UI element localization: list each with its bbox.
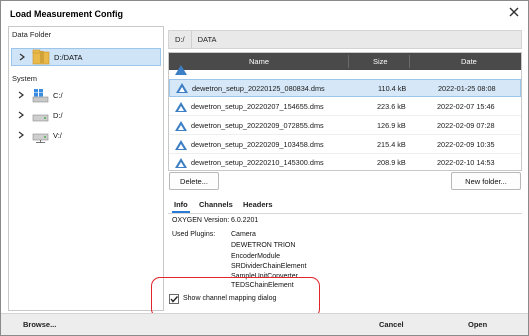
drive-icon	[32, 114, 49, 122]
title-bar: Load Measurement Config	[1, 1, 528, 25]
dms-file-icon	[175, 65, 187, 75]
folder-icon	[32, 49, 50, 65]
column-header-name[interactable]: Name	[249, 57, 269, 66]
tree-item-drive-v[interactable]: V:/	[17, 126, 157, 144]
table-row[interactable]: dewetron_setup_20220209_103458.dms 215.4…	[169, 136, 521, 154]
file-name: dewetron_setup_20220207_154655.dms	[191, 102, 324, 111]
file-date: 2022-02-09 10:35	[437, 140, 495, 149]
tab-info[interactable]: Info	[174, 200, 188, 209]
table-row[interactable]: dewetron_setup_20220125_080834.dms 110.4…	[169, 79, 521, 97]
file-list: Name Size Date dewetron_setup_20220125_0…	[168, 52, 522, 171]
plugins-label: Used Plugins:	[172, 231, 216, 238]
breadcrumb: D:/ DATA	[168, 30, 522, 49]
version-label: OXYGEN Version:	[172, 217, 230, 224]
highlight-annotation	[151, 277, 320, 318]
file-date: 2022-02-10 14:53	[437, 158, 495, 167]
data-folder-label: Data Folder	[12, 30, 52, 39]
breadcrumb-item[interactable]: DATA	[192, 31, 223, 48]
tree-item-label: V:/	[53, 130, 62, 140]
tree-item-label: D:/	[53, 110, 63, 120]
system-label: System	[12, 74, 38, 83]
file-size: 126.9 kB	[377, 121, 406, 130]
table-row-partial	[169, 65, 521, 77]
file-size: 208.9 kB	[377, 158, 406, 167]
cancel-button[interactable]: Cancel	[379, 320, 404, 329]
file-size: 110.4 kB	[378, 83, 407, 93]
dms-file-icon	[175, 101, 187, 112]
windows-drive-icon	[32, 89, 49, 103]
table-row[interactable]: dewetron_setup_20220209_072855.dms 126.9…	[169, 117, 521, 135]
version-value: 6.0.2201	[231, 217, 259, 224]
table-row[interactable]: dewetron_setup_20220210_145300.dms 208.9…	[169, 154, 521, 170]
table-row[interactable]: dewetron_setup_20220207_154655.dms 223.6…	[169, 98, 521, 116]
browse-button[interactable]: Browse...	[23, 320, 56, 329]
chevron-right-icon[interactable]	[18, 53, 26, 61]
file-size: 223.6 kB	[377, 102, 406, 111]
chevron-right-icon[interactable]	[17, 91, 25, 99]
column-header-size[interactable]: Size	[373, 57, 388, 66]
tab-divider	[168, 213, 522, 214]
column-divider	[348, 55, 349, 68]
tree-item-label: D:/DATA	[54, 52, 83, 62]
file-date: 2022-02-09 07:28	[437, 121, 495, 130]
tree-item-label: C:/	[53, 90, 63, 100]
bottom-bar: Browse... Cancel Open	[1, 313, 528, 335]
file-date: 2022-01-25 08:08	[438, 83, 496, 93]
breadcrumb-item[interactable]: D:/	[169, 31, 191, 48]
file-name: dewetron_setup_20220209_072855.dms	[191, 121, 324, 130]
dms-file-icon	[175, 139, 187, 150]
column-divider	[409, 55, 410, 68]
tab-headers[interactable]: Headers	[243, 200, 273, 209]
plugin-item: DEWETRON TRION	[231, 242, 296, 249]
tree-item-drive-d[interactable]: D:/	[17, 106, 157, 124]
file-date: 2022-02-07 15:46	[437, 102, 495, 111]
chevron-right-icon[interactable]	[17, 131, 25, 139]
tree-item-data-folder[interactable]: D:/DATA	[11, 48, 161, 66]
table-header: Name Size Date	[169, 53, 521, 70]
plugin-item: SRDividerChainElement	[231, 263, 307, 270]
dms-file-icon	[176, 83, 188, 93]
tab-channels[interactable]: Channels	[199, 200, 233, 209]
column-header-date[interactable]: Date	[461, 57, 477, 66]
folder-tree-panel: Data Folder D:/DATA System C:/ D:/ V:/	[8, 26, 164, 311]
file-size: 215.4 kB	[377, 140, 406, 149]
file-name: dewetron_setup_20220210_145300.dms	[191, 158, 324, 167]
load-measurement-config-dialog: Load Measurement Config Data Folder D:/D…	[0, 0, 529, 336]
file-name: dewetron_setup_20220209_103458.dms	[191, 140, 324, 149]
new-folder-button[interactable]: New folder...	[451, 172, 521, 190]
dms-file-icon	[175, 157, 187, 168]
plugin-item: EncoderModule	[231, 253, 281, 260]
chevron-right-icon[interactable]	[17, 111, 25, 119]
file-name: dewetron_setup_20220125_080834.dms	[192, 83, 325, 93]
tree-item-drive-c[interactable]: C:/	[17, 86, 157, 104]
window-title: Load Measurement Config	[10, 9, 124, 19]
open-button[interactable]: Open	[468, 320, 487, 329]
close-icon[interactable]	[507, 5, 521, 19]
plugin-item: Camera	[231, 231, 256, 238]
dms-file-icon	[175, 120, 187, 131]
network-drive-icon	[32, 133, 49, 143]
delete-button[interactable]: Delete...	[169, 172, 219, 190]
